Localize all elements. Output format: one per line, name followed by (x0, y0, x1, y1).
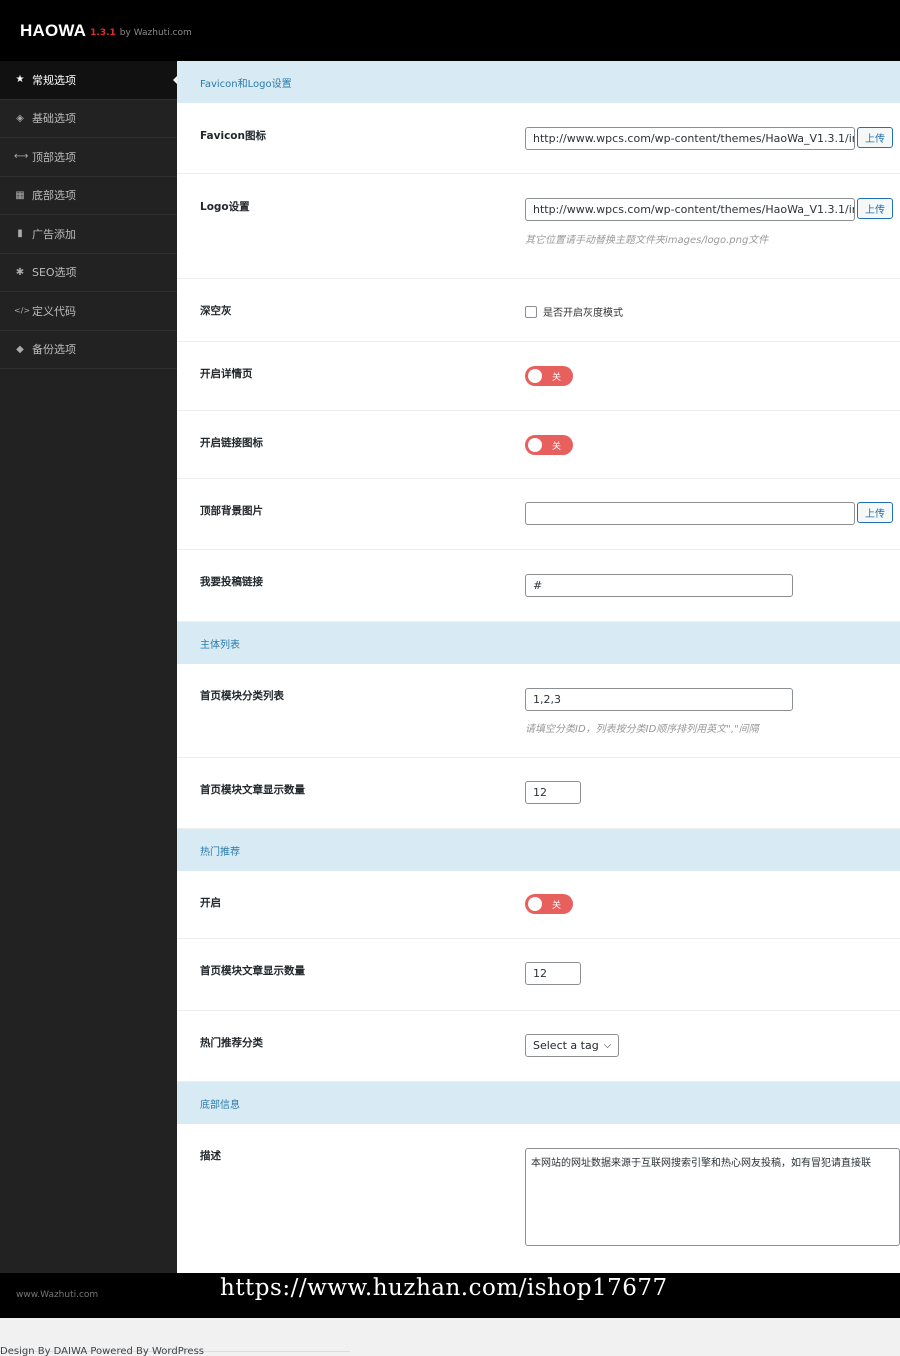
field-label: Favicon图标 (200, 130, 266, 142)
sidebar-item-backup[interactable]: ◆ 备份选项 (0, 331, 177, 369)
sidebar-item-top[interactable]: ⟷ 顶部选项 (0, 138, 177, 177)
field-label: 开启链接图标 (200, 437, 263, 449)
sidebar-item-label: 底部选项 (32, 189, 76, 203)
row-gray-mode: 深空灰 是否开启灰度模式 (177, 279, 900, 342)
row-home-categories: 首页模块分类列表 1,2,3 请填空分类ID，列表按分类ID顺序排列用英文","… (177, 664, 900, 758)
field-label: 首页模块分类列表 (200, 690, 284, 702)
row-top-background: 顶部背景图片 上传 (177, 479, 900, 550)
section-header-footer-info: 底部信息 (177, 1082, 900, 1124)
sidebar: ★ 常规选项 ◈ 基础选项 ⟷ 顶部选项 ▦ 底部选项 ▮ 广告添加 ✱ SEO… (0, 61, 177, 1273)
section-header-body-list: 主体列表 (177, 622, 900, 664)
home-post-count-input[interactable]: 12 (525, 781, 581, 804)
toggle-knob (528, 369, 542, 383)
version-badge: 1.3.1 (90, 27, 116, 38)
brand-logo: HAOWA (20, 20, 87, 40)
row-hot-enable: 开启 关 (177, 871, 900, 939)
top-background-input[interactable] (525, 502, 855, 525)
sidebar-item-label: 顶部选项 (32, 150, 76, 164)
sidebar-item-label: 广告添加 (32, 227, 76, 241)
field-label: 开启 (200, 897, 221, 909)
detail-page-toggle[interactable]: 关 (525, 366, 573, 386)
row-favicon: Favicon图标 http://www.wpcs.com/wp-content… (177, 103, 900, 174)
field-label: Logo设置 (200, 201, 250, 213)
row-detail-page: 开启详情页 关 (177, 342, 900, 411)
arrows-h-icon: ⟷ (14, 151, 29, 163)
toggle-label: 关 (552, 373, 562, 383)
sidebar-item-bottom[interactable]: ▦ 底部选项 (0, 177, 177, 215)
bottom-strip: Design By DAIWA Powered By WordPress (0, 1318, 900, 1356)
footer-site-link[interactable]: www.Wazhuti.com (16, 1290, 98, 1300)
footer-bar: www.Wazhuti.com https://www.huzhan.com/i… (0, 1273, 900, 1318)
star-icon: ★ (15, 74, 25, 86)
sidebar-item-label: SEO选项 (32, 266, 77, 280)
logo-url-input[interactable]: http://www.wpcs.com/wp-content/themes/Ha… (525, 198, 855, 221)
bug-icon: ✱ (15, 266, 25, 278)
options-panel: Favicon和Logo设置 Favicon图标 http://www.wpcs… (177, 61, 900, 1273)
field-label: 顶部背景图片 (200, 505, 263, 517)
watermark: https://www.huzhan.com/ishop17677 (220, 1275, 668, 1301)
cube-icon: ◈ (16, 112, 24, 124)
section-header-favicon-logo: Favicon和Logo设置 (177, 61, 900, 103)
toggle-knob (528, 897, 542, 911)
field-label: 我要投稿链接 (200, 576, 263, 588)
field-label: 首页模块文章显示数量 (200, 965, 305, 977)
sidebar-item-code[interactable]: </> 定义代码 (0, 292, 177, 331)
favicon-upload-button[interactable]: 上传 (857, 127, 893, 148)
sidebar-item-label: 基础选项 (32, 112, 76, 126)
sidebar-item-label: 备份选项 (32, 343, 76, 357)
row-home-post-count: 首页模块文章显示数量 12 (177, 758, 900, 829)
row-submit-link: 我要投稿链接 # (177, 550, 900, 622)
sidebar-item-general[interactable]: ★ 常规选项 (0, 61, 177, 100)
byline: by Wazhuti.com (119, 27, 192, 38)
home-categories-hint: 请填空分类ID，列表按分类ID顺序排列用英文","间隔 (525, 724, 759, 735)
toggle-label: 关 (552, 442, 562, 452)
row-logo: Logo设置 http://www.wpcs.com/wp-content/th… (177, 174, 900, 279)
chevron-down-icon: ⌵ (603, 1040, 612, 1051)
row-hot-post-count: 首页模块文章显示数量 12 (177, 939, 900, 1011)
link-icon-toggle[interactable]: 关 (525, 435, 573, 455)
select-value: Select a tag (533, 1039, 599, 1052)
logo-hint: 其它位置请手动替换主题文件夹images/logo.png文件 (525, 235, 769, 246)
field-label: 热门推荐分类 (200, 1037, 263, 1049)
sidebar-item-label: 定义代码 (32, 304, 76, 318)
row-description: 描述 本网站的网址数据来源于互联网搜索引擎和热心网友投稿，如有冒犯请直接联 (177, 1124, 900, 1273)
field-label: 深空灰 (200, 305, 232, 317)
row-hot-category: 热门推荐分类 Select a tag ⌵ (177, 1011, 900, 1082)
submit-link-input[interactable]: # (525, 574, 793, 597)
hot-category-select[interactable]: Select a tag ⌵ (525, 1034, 620, 1057)
logo-upload-button[interactable]: 上传 (857, 198, 893, 219)
shield-icon: ◆ (16, 343, 24, 355)
sidebar-item-ads[interactable]: ▮ 广告添加 (0, 215, 177, 254)
credit-text: Design By DAIWA Powered By WordPress (0, 1346, 205, 1356)
sidebar-item-label: 常规选项 (32, 73, 76, 87)
sidebar-item-seo[interactable]: ✱ SEO选项 (0, 254, 177, 292)
field-label: 首页模块文章显示数量 (200, 784, 305, 796)
sidebar-item-basic[interactable]: ◈ 基础选项 (0, 100, 177, 138)
code-icon: </> (14, 306, 31, 316)
toggle-label: 关 (552, 901, 562, 911)
toggle-knob (528, 438, 542, 452)
section-header-hot: 热门推荐 (177, 829, 900, 871)
home-categories-input[interactable]: 1,2,3 (525, 688, 793, 711)
gray-mode-checkbox[interactable] (525, 305, 537, 318)
top-bar: HAOWA 1.3.1 by Wazhuti.com (0, 0, 900, 61)
gray-mode-checkbox-label: 是否开启灰度模式 (543, 308, 623, 319)
hot-post-count-input[interactable]: 12 (525, 962, 581, 985)
row-link-icon: 开启链接图标 关 (177, 411, 900, 479)
field-label: 开启详情页 (200, 368, 253, 380)
favicon-url-input[interactable]: http://www.wpcs.com/wp-content/themes/Ha… (525, 127, 855, 150)
top-background-upload-button[interactable]: 上传 (857, 502, 893, 523)
bookmark-icon: ▮ (17, 228, 23, 240)
calendar-icon: ▦ (15, 189, 25, 201)
gray-mode-control: 是否开启灰度模式 (525, 304, 623, 319)
description-textarea[interactable]: 本网站的网址数据来源于互联网搜索引擎和热心网友投稿，如有冒犯请直接联 (525, 1148, 900, 1246)
hot-enable-toggle[interactable]: 关 (525, 894, 573, 914)
field-label: 描述 (200, 1150, 221, 1162)
